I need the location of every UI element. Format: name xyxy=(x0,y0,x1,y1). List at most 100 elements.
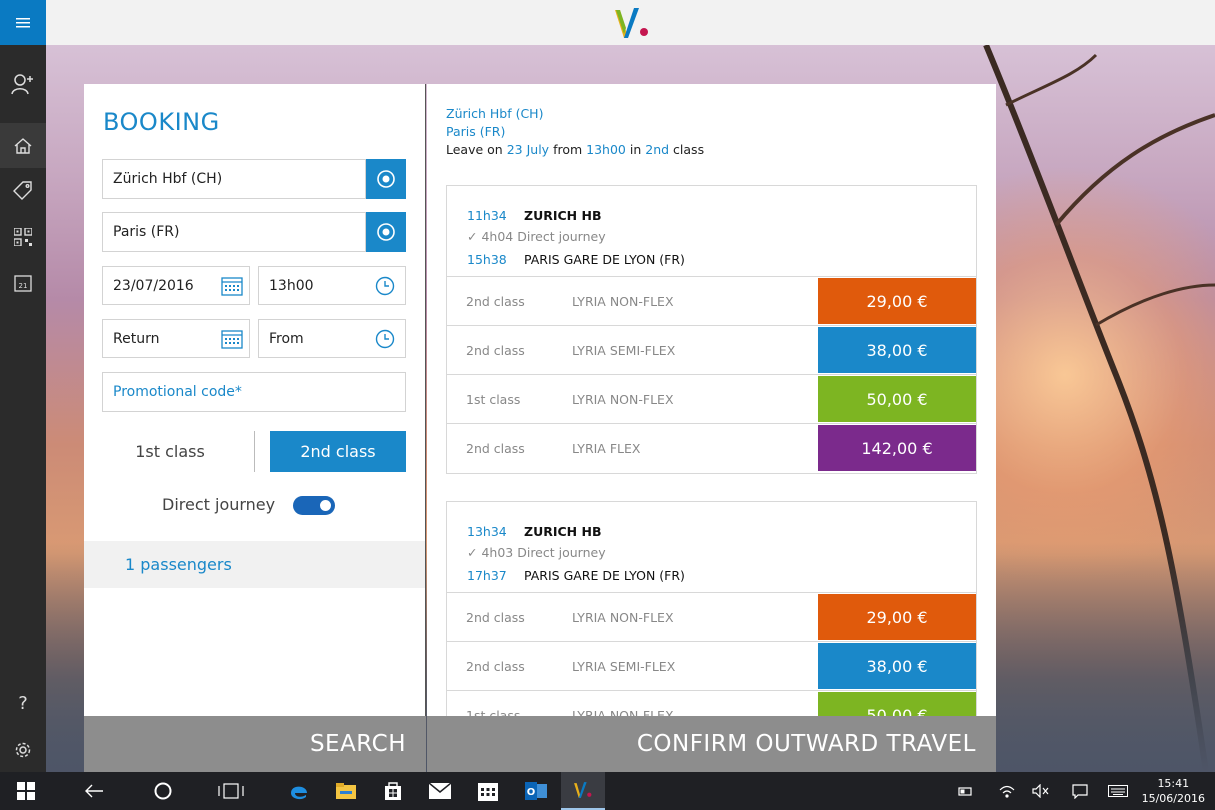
svg-text:O: O xyxy=(527,787,536,798)
fare-row: 1st class LYRIA NON-FLEX 50,00 € xyxy=(447,691,976,716)
file-explorer-icon[interactable] xyxy=(324,772,368,810)
top-bar xyxy=(46,0,1215,45)
return-time-value: From xyxy=(269,330,304,347)
price-button[interactable]: 142,00 € xyxy=(818,425,976,471)
second-class-button[interactable]: 2nd class xyxy=(270,431,406,472)
price-button[interactable]: 38,00 € xyxy=(818,643,976,689)
departure-station: ZURICH HB xyxy=(524,208,602,223)
price-button[interactable]: 29,00 € xyxy=(818,278,976,324)
direct-journey-label: Direct journey xyxy=(162,495,276,514)
voyages-app-icon[interactable] xyxy=(561,772,605,810)
fare-class: 1st class xyxy=(466,392,521,407)
settings-icon[interactable] xyxy=(0,727,46,772)
tag-icon[interactable] xyxy=(0,168,46,213)
return-time-field[interactable]: From xyxy=(258,319,406,358)
departure-time: 11h34 xyxy=(467,208,507,223)
check-icon: ✓ xyxy=(467,545,478,560)
clock-icon[interactable] xyxy=(375,276,395,296)
task-view-icon[interactable] xyxy=(209,772,253,810)
taskbar-clock[interactable]: 15:41 15/06/2016 xyxy=(1142,776,1205,806)
price-button[interactable]: 38,00 € xyxy=(818,327,976,373)
outbound-time-field[interactable]: 13h00 xyxy=(258,266,406,305)
fare-row: 2nd class LYRIA SEMI-FLEX 38,00 € xyxy=(447,326,976,375)
departure-time: 13h34 xyxy=(467,524,507,539)
arrival-station: PARIS GARE DE LYON (FR) xyxy=(524,252,685,267)
summary-destination: Paris (FR) xyxy=(446,124,506,139)
return-date-field[interactable]: Return xyxy=(102,319,250,358)
return-date-value: Return xyxy=(113,330,160,347)
results-panel: Zürich Hbf (CH) Paris (FR) Leave on 23 J… xyxy=(427,84,996,716)
origin-field[interactable]: Zürich Hbf (CH) xyxy=(102,159,366,199)
price-button[interactable]: 50,00 € xyxy=(818,692,976,716)
volume-muted-icon[interactable] xyxy=(1030,772,1052,810)
wifi-icon[interactable] xyxy=(996,772,1018,810)
edge-icon[interactable] xyxy=(277,772,321,810)
fare-tariff: LYRIA NON-FLEX xyxy=(572,708,674,716)
journey-header[interactable]: 11h34 ZURICH HB ✓ 4h04 Direct journey 15… xyxy=(447,186,976,277)
add-user-icon[interactable] xyxy=(0,61,46,106)
fare-row: 2nd class LYRIA FLEX 142,00 € xyxy=(447,424,976,473)
cortana-icon[interactable] xyxy=(141,772,185,810)
clock-date: 15/06/2016 xyxy=(1141,792,1205,805)
menu-icon[interactable] xyxy=(0,0,46,45)
outlook-icon[interactable]: O xyxy=(514,772,558,810)
clock-time: 15:41 xyxy=(1157,777,1190,790)
windows-taskbar: O 15:41 15/06/2016 xyxy=(0,772,1215,810)
arrival-time: 15h38 xyxy=(467,252,507,267)
fare-row: 2nd class LYRIA NON-FLEX 29,00 € xyxy=(447,277,976,326)
calendar-icon[interactable]: 21 xyxy=(0,260,46,305)
fare-class: 2nd class xyxy=(466,343,525,358)
calendar-day: 21 xyxy=(19,282,28,290)
check-icon: ✓ xyxy=(467,229,478,244)
fare-class: 2nd class xyxy=(466,659,525,674)
calendar-picker-icon[interactable] xyxy=(221,329,243,349)
keyboard-icon[interactable] xyxy=(1107,772,1129,810)
help-icon[interactable]: ? xyxy=(0,681,46,726)
home-icon[interactable] xyxy=(0,123,46,168)
fare-tariff: LYRIA SEMI-FLEX xyxy=(572,343,676,358)
origin-locate-button[interactable] xyxy=(366,159,406,199)
arrival-station: PARIS GARE DE LYON (FR) xyxy=(524,568,685,583)
target-icon xyxy=(377,223,395,241)
target-icon xyxy=(377,170,395,188)
summary-date: 23 July xyxy=(506,142,550,157)
battery-icon[interactable] xyxy=(955,772,977,810)
price-button[interactable]: 50,00 € xyxy=(818,376,976,422)
journey-duration: ✓ 4h03 Direct journey xyxy=(467,545,606,560)
summary-origin: Zürich Hbf (CH) xyxy=(446,106,544,121)
left-rail: 21 ? xyxy=(0,0,46,772)
fare-tariff: LYRIA NON-FLEX xyxy=(572,392,674,407)
journey-card: 13h34 ZURICH HB ✓ 4h03 Direct journey 17… xyxy=(446,501,977,716)
fare-row: 2nd class LYRIA NON-FLEX 29,00 € xyxy=(447,593,976,642)
confirm-outward-button[interactable]: CONFIRM OUTWARD TRAVEL xyxy=(427,716,996,772)
search-summary: Zürich Hbf (CH) Paris (FR) Leave on 23 J… xyxy=(446,106,705,157)
search-button[interactable]: SEARCH xyxy=(84,716,426,772)
price-button[interactable]: 29,00 € xyxy=(818,594,976,640)
store-icon[interactable] xyxy=(371,772,415,810)
booking-title: BOOKING xyxy=(103,108,220,136)
journey-duration: ✓ 4h04 Direct journey xyxy=(467,229,606,244)
direct-journey-toggle[interactable] xyxy=(293,496,335,515)
qr-code-icon[interactable] xyxy=(0,214,46,259)
mail-icon[interactable] xyxy=(418,772,462,810)
destination-locate-button[interactable] xyxy=(366,212,406,252)
fare-class: 1st class xyxy=(466,708,521,716)
first-class-button[interactable]: 1st class xyxy=(103,431,237,472)
booking-panel: BOOKING Zürich Hbf (CH) Paris (FR) 23/07… xyxy=(84,84,426,716)
departure-station: ZURICH HB xyxy=(524,524,602,539)
notification-icon[interactable] xyxy=(1069,772,1091,810)
back-icon[interactable] xyxy=(72,772,116,810)
clock-icon[interactable] xyxy=(375,329,395,349)
fare-tariff: LYRIA NON-FLEX xyxy=(572,610,674,625)
calendar-app-icon[interactable] xyxy=(466,772,510,810)
outbound-date-field[interactable]: 23/07/2016 xyxy=(102,266,250,305)
journey-header[interactable]: 13h34 ZURICH HB ✓ 4h03 Direct journey 17… xyxy=(447,502,976,593)
summary-class: 2nd xyxy=(645,142,670,157)
calendar-picker-icon[interactable] xyxy=(221,276,243,296)
fare-class: 2nd class xyxy=(466,610,525,625)
fare-row: 1st class LYRIA NON-FLEX 50,00 € xyxy=(447,375,976,424)
passengers-selector[interactable]: 1 passengers xyxy=(84,541,425,588)
promo-code-field[interactable]: Promotional code* xyxy=(102,372,406,412)
destination-field[interactable]: Paris (FR) xyxy=(102,212,366,252)
windows-start-icon[interactable] xyxy=(4,772,48,810)
